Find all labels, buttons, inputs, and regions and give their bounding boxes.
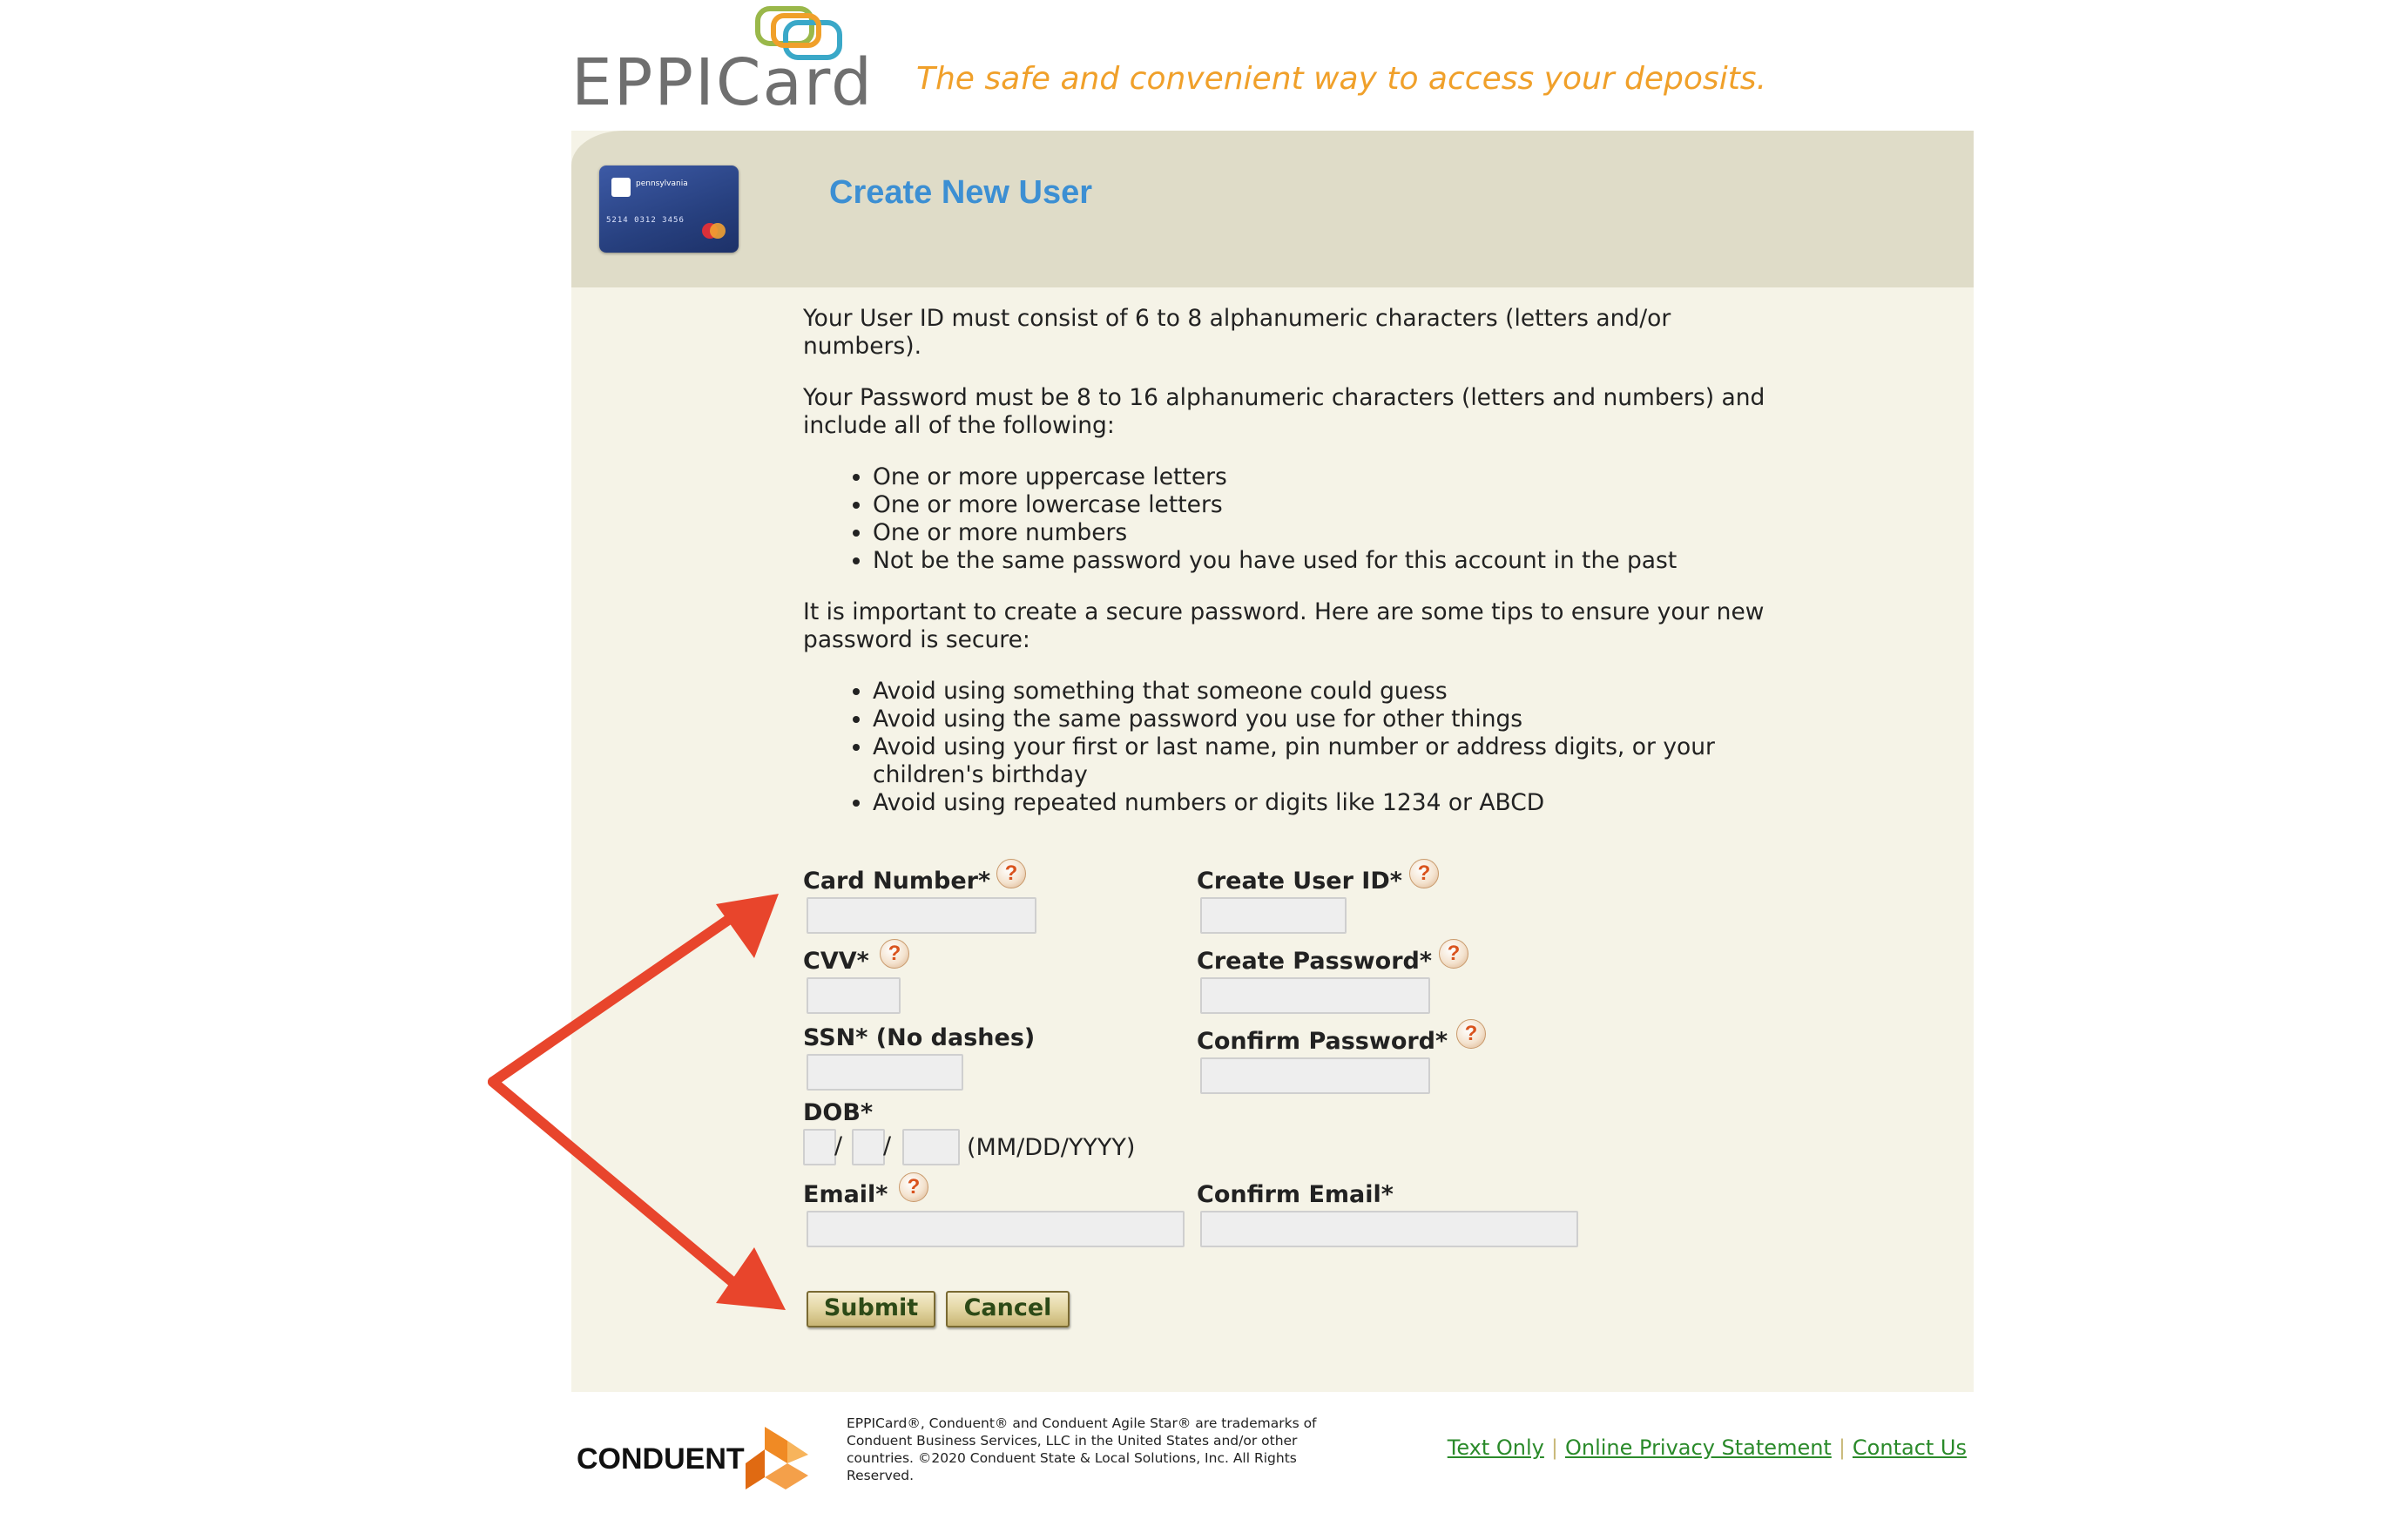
eppicard-logo[interactable]: EPPICard [571, 45, 874, 120]
email-input[interactable] [807, 1211, 1185, 1247]
conduent-logo-text[interactable]: CONDUENT [577, 1442, 745, 1476]
mastercard-icon [702, 223, 726, 239]
contact-us-link[interactable]: Contact Us [1853, 1435, 1967, 1460]
dob-day-input[interactable] [852, 1129, 885, 1165]
pa-keystone-icon [611, 178, 631, 197]
privacy-statement-link[interactable]: Online Privacy Statement [1565, 1435, 1832, 1460]
confirm-password-input[interactable] [1200, 1057, 1430, 1094]
email-help-icon[interactable]: ? [899, 1172, 928, 1202]
cancel-button[interactable]: Cancel [946, 1291, 1070, 1327]
text-only-link[interactable]: Text Only [1448, 1435, 1544, 1460]
list-item: One or more numbers [873, 519, 1770, 547]
userid-rule: Your User ID must consist of 6 to 8 alph… [803, 305, 1671, 360]
header: EPPICard The safe and convenient way to … [571, 0, 1766, 131]
dob-separator: / [883, 1132, 892, 1159]
password-tips-list: Avoid using something that someone could… [873, 678, 1770, 817]
legal-text: EPPICard®, Conduent® and Conduent Agile … [847, 1415, 1317, 1483]
confirm-email-input[interactable] [1200, 1211, 1578, 1247]
list-item: Not be the same password you have used f… [873, 547, 1770, 575]
eppicard-card-image: pennsylvania 5214 0312 3456 [599, 165, 739, 253]
create-userid-label: Create User ID* [1197, 868, 1402, 895]
list-item: Avoid using your first or last name, pin… [873, 733, 1770, 789]
confirm-password-help-icon[interactable]: ? [1456, 1019, 1486, 1049]
card-number-help-icon[interactable]: ? [996, 859, 1026, 888]
dob-separator: / [834, 1132, 843, 1159]
cvv-input[interactable] [807, 977, 901, 1014]
dob-year-input[interactable] [902, 1129, 960, 1165]
card-number-label: Card Number* [803, 868, 991, 895]
dob-format-hint: (MM/DD/YYYY) [967, 1134, 1136, 1161]
ssn-input[interactable] [807, 1054, 963, 1091]
ssn-label: SSN* (No dashes) [803, 1024, 1036, 1051]
tagline: The safe and convenient way to access yo… [916, 61, 1767, 97]
create-password-label: Create Password* [1197, 948, 1432, 975]
footer-links: Text Only | Online Privacy Statement | Conta… [1448, 1435, 1967, 1460]
conduent-logo-icon [746, 1427, 808, 1489]
dob-month-input[interactable] [803, 1129, 836, 1165]
create-password-help-icon[interactable]: ? [1439, 939, 1468, 969]
list-item: Avoid using something that someone could… [873, 678, 1770, 706]
cvv-label: CVV* [803, 948, 869, 975]
link-separator: | [1550, 1435, 1558, 1460]
instructions: Your User ID must consist of 6 to 8 alph… [803, 305, 1770, 841]
dob-label: DOB* [803, 1099, 874, 1126]
password-rule: Your Password must be 8 to 16 alphanumer… [803, 384, 1765, 439]
list-item: Avoid using repeated numbers or digits l… [873, 789, 1770, 817]
cvv-help-icon[interactable]: ? [880, 939, 909, 969]
panel-header: pennsylvania 5214 0312 3456 Create New U… [571, 131, 1974, 287]
confirm-email-label: Confirm Email* [1197, 1181, 1394, 1208]
create-userid-help-icon[interactable]: ? [1409, 859, 1439, 888]
list-item: Avoid using the same password you use fo… [873, 706, 1770, 733]
email-label: Email* [803, 1181, 888, 1208]
tips-intro: It is important to create a secure passw… [803, 598, 1765, 653]
list-item: One or more uppercase letters [873, 463, 1770, 491]
card-state-label: pennsylvania [636, 179, 688, 188]
card-number-input[interactable] [807, 897, 1036, 934]
create-userid-input[interactable] [1200, 897, 1347, 934]
submit-button[interactable]: Submit [807, 1291, 935, 1327]
page-title: Create New User [829, 174, 1093, 211]
link-separator: | [1838, 1435, 1846, 1460]
card-digits: 5214 0312 3456 [606, 216, 685, 225]
list-item: One or more lowercase letters [873, 491, 1770, 519]
password-requirements-list: One or more uppercase letters One or mor… [873, 463, 1770, 575]
confirm-password-label: Confirm Password* [1197, 1028, 1448, 1055]
create-password-input[interactable] [1200, 977, 1430, 1014]
